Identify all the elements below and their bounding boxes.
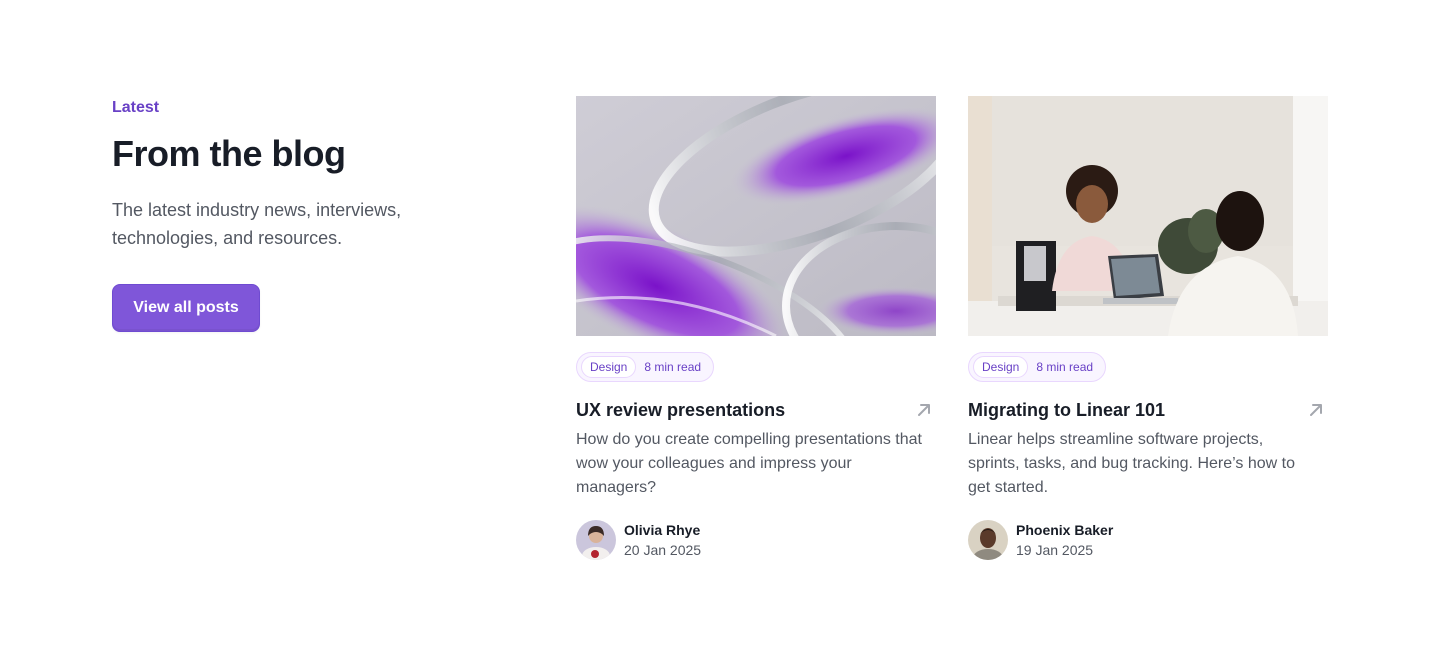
post-title-row[interactable]: UX review presentations	[576, 398, 936, 422]
read-time: 8 min read	[1036, 360, 1094, 374]
abstract-glass-image	[576, 96, 936, 336]
post-excerpt: How do you create compelling presentatio…	[576, 431, 922, 496]
category-tag: Design	[973, 356, 1029, 378]
arrow-up-right-icon[interactable]	[912, 398, 936, 422]
section-subtext: The latest industry news, interviews, te…	[112, 200, 402, 248]
section-heading: From the blog	[112, 133, 346, 174]
office-meeting-image	[968, 96, 1328, 336]
post-date: 19 Jan 2025	[1016, 542, 1094, 558]
post-date: 20 Jan 2025	[624, 542, 702, 558]
avatar	[968, 520, 1008, 560]
view-all-posts-button[interactable]: View all posts	[112, 284, 260, 332]
post-author: Phoenix Baker 19 Jan 2025	[968, 520, 1328, 560]
blog-intro: Latest From the blog The latest industry…	[112, 96, 512, 332]
post-author: Olivia Rhye 20 Jan 2025	[576, 520, 936, 560]
section-eyebrow: Latest	[112, 99, 160, 116]
category-badge[interactable]: Design 8 min read	[576, 352, 715, 382]
blog-card[interactable]: Design 8 min read UX review presentation…	[576, 96, 936, 560]
author-name: Phoenix Baker	[1016, 522, 1114, 538]
blog-card[interactable]: Design 8 min read Migrating to Linear 10…	[968, 96, 1328, 560]
post-excerpt: Linear helps streamline software project…	[968, 431, 1295, 496]
post-image-abstract-glass[interactable]	[576, 96, 936, 336]
arrow-up-right-icon[interactable]	[1304, 398, 1328, 422]
post-image-office[interactable]	[968, 96, 1328, 336]
post-title[interactable]: UX review presentations	[576, 400, 785, 421]
post-title[interactable]: Migrating to Linear 101	[968, 400, 1165, 421]
avatar	[576, 520, 616, 560]
author-name: Olivia Rhye	[624, 522, 701, 538]
post-title-row[interactable]: Migrating to Linear 101	[968, 398, 1328, 422]
category-tag: Design	[581, 356, 637, 378]
category-badge[interactable]: Design 8 min read	[968, 352, 1107, 382]
read-time: 8 min read	[644, 360, 702, 374]
